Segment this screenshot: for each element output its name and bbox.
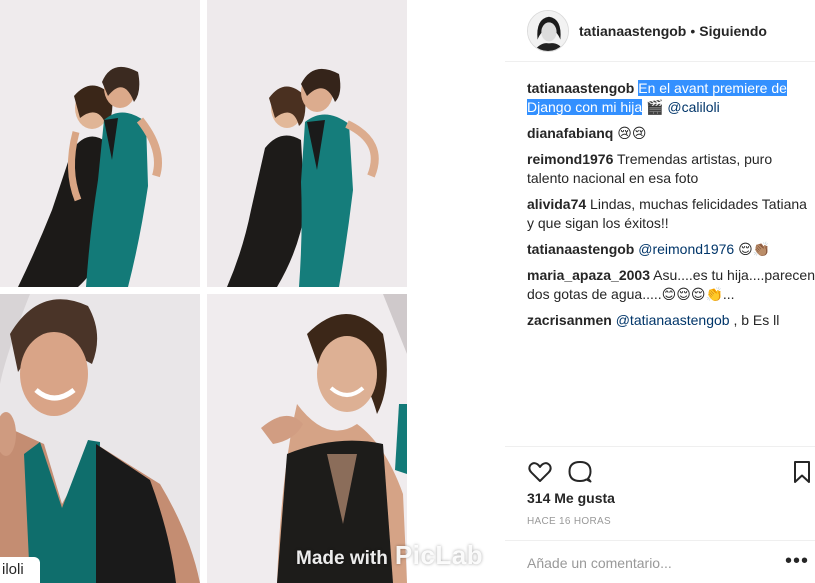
post-side-panel: tatianaastengob • Siguiendo tatianaasten… xyxy=(505,0,815,583)
header-text: tatianaastengob • Siguiendo xyxy=(579,23,767,39)
caption-mention[interactable]: @caliloli xyxy=(667,99,719,115)
comment-item: zacrisanmen @tatianaastengob , b Es ll xyxy=(527,311,815,330)
comment-username[interactable]: dianafabianq xyxy=(527,125,613,141)
comment-text: , b Es ll xyxy=(733,312,780,328)
caption-username[interactable]: tatianaastengob xyxy=(527,80,634,96)
comment-mention[interactable]: @reimond1976 xyxy=(638,241,734,257)
clapper-emoji: 🎬 xyxy=(646,99,664,115)
post-header: tatianaastengob • Siguiendo xyxy=(505,0,815,62)
watermark-prefix: Made with xyxy=(296,548,388,569)
comment-text: 😌👏🏽 xyxy=(738,241,771,257)
comment-item: tatianaastengob @reimond1976 😌👏🏽 xyxy=(527,240,815,259)
comment-username[interactable]: reimond1976 xyxy=(527,151,613,167)
piclab-watermark: Made with PicLab xyxy=(296,540,483,574)
post-timestamp: HACE 16 HORAS xyxy=(527,516,611,527)
caption: tatianaastengob En el avant premiere de … xyxy=(527,79,815,117)
comment-username[interactable]: alivida74 xyxy=(527,196,586,212)
comment-item: maria_apaza_2003 Asu....es tu hija....pa… xyxy=(527,266,815,304)
post-actions-bar xyxy=(505,446,815,492)
photo-tile-bottom-left xyxy=(0,294,200,583)
comment-item: dianafabianq 😢😢 xyxy=(527,124,815,143)
comment-icon[interactable] xyxy=(567,459,593,485)
header-username[interactable]: tatianaastengob xyxy=(579,23,686,39)
watermark-brand: PicLab xyxy=(394,540,484,570)
photo-tag-label: iloli xyxy=(0,557,40,583)
header-separator: • xyxy=(690,22,696,39)
comment-text: 😢😢 xyxy=(617,125,647,141)
comment-mention[interactable]: @tatianaastengob xyxy=(616,312,730,328)
avatar[interactable] xyxy=(527,9,569,52)
heart-icon[interactable] xyxy=(527,459,553,485)
photo-tile-top-left xyxy=(0,0,200,287)
comment-username[interactable]: maria_apaza_2003 xyxy=(527,267,650,283)
add-comment-bar: ••• xyxy=(505,540,815,583)
following-button[interactable]: Siguiendo xyxy=(699,23,767,39)
more-options-button[interactable]: ••• xyxy=(785,551,809,571)
likes-count[interactable]: 314 Me gusta xyxy=(527,490,615,506)
photo-tile-top-right xyxy=(207,0,407,287)
comment-item: reimond1976 Tremendas artistas, puro tal… xyxy=(527,150,815,188)
comment-item: alivida74 Lindas, muchas felicidades Tat… xyxy=(527,195,815,233)
comment-input[interactable] xyxy=(527,553,767,573)
comment-username[interactable]: tatianaastengob xyxy=(527,241,634,257)
comments-list: tatianaastengob En el avant premiere de … xyxy=(527,79,815,337)
post-photo[interactable]: iloli Made with PicLab xyxy=(0,0,504,583)
comment-username[interactable]: zacrisanmen xyxy=(527,312,612,328)
bookmark-icon[interactable] xyxy=(789,459,815,485)
